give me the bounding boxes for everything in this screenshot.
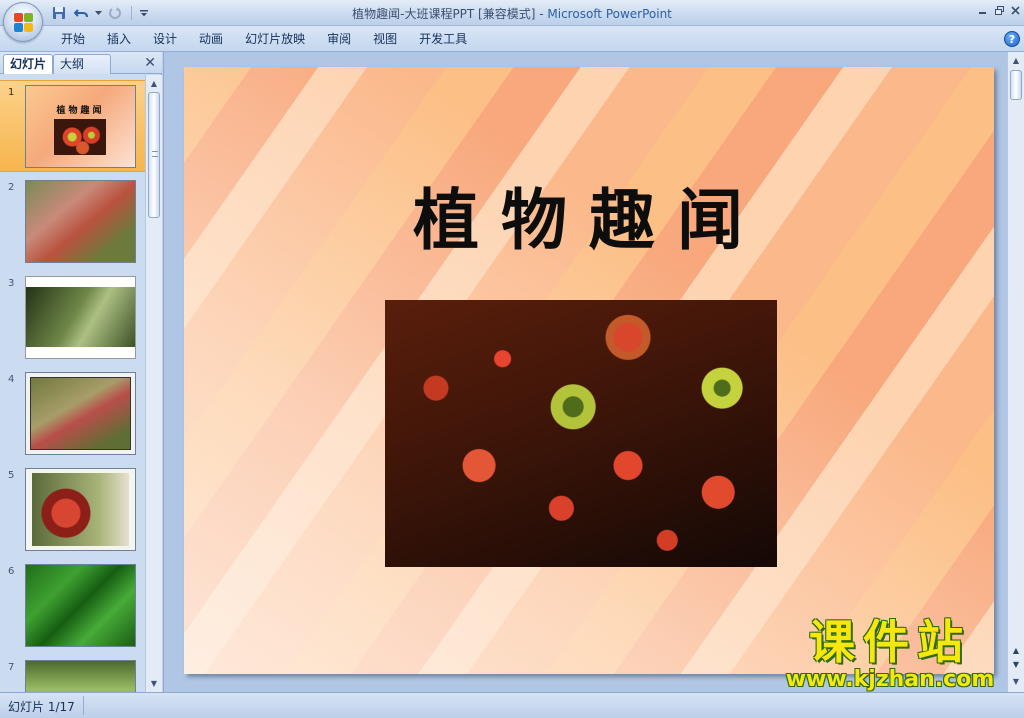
thumbnail-list: 1 植物趣闻 2 3 4 5 6 7 — [0, 75, 145, 692]
tab-outline[interactable]: 大纲 — [53, 54, 111, 74]
slide-number: 7 — [8, 662, 15, 673]
thumbnail-image — [25, 276, 136, 359]
current-slide[interactable]: 植物趣闻 — [184, 67, 994, 674]
thumbnail-image — [25, 564, 136, 647]
thumbnail-scrollbar[interactable]: ▲ ▼ — [145, 75, 162, 692]
panel-tab-bar: 幻灯片 大纲 ✕ — [0, 52, 162, 74]
slide-number: 4 — [8, 374, 15, 385]
panel-close-icon[interactable]: ✕ — [144, 55, 156, 71]
status-divider — [83, 696, 84, 715]
previous-slide-icon[interactable]: ▲ — [1009, 644, 1023, 656]
next-slide-icon[interactable]: ▼ — [1009, 658, 1023, 670]
tab-slide-show[interactable]: 幻灯片放映 — [234, 26, 316, 52]
slide-thumbnail-5[interactable]: 5 — [0, 464, 145, 556]
app-name: Microsoft PowerPoint — [547, 7, 672, 21]
title-bar: 植物趣闻-大班课程PPT [兼容模式] - Microsoft PowerPoi… — [0, 0, 1024, 26]
scrollbar-thumb[interactable] — [148, 92, 160, 218]
slide-number: 2 — [8, 182, 15, 193]
slide-thumbnail-7[interactable]: 7 — [0, 656, 145, 692]
tab-view[interactable]: 视图 — [362, 26, 408, 52]
tab-design[interactable]: 设计 — [142, 26, 188, 52]
thumbnail-photo — [54, 119, 106, 155]
document-title: 植物趣闻-大班课程PPT [兼容模式] — [352, 7, 536, 21]
slide-thumbnail-1[interactable]: 1 植物趣闻 — [0, 80, 145, 172]
tab-review[interactable]: 审阅 — [316, 26, 362, 52]
window-title: 植物趣闻-大班课程PPT [兼容模式] - Microsoft PowerPoi… — [0, 5, 1024, 22]
tab-home[interactable]: 开始 — [50, 26, 96, 52]
slide-number: 5 — [8, 470, 15, 481]
office-button[interactable] — [3, 2, 43, 42]
slide-editor: 植物趣闻 — [163, 52, 1007, 692]
slide-thumbnail-3[interactable]: 3 — [0, 272, 145, 364]
watermark-logo: 课件站 www.kjzhan.com — [770, 616, 1010, 694]
office-logo-icon — [14, 13, 34, 33]
slide-number: 6 — [8, 566, 15, 577]
close-icon[interactable] — [1008, 3, 1022, 17]
editor-scrollbar[interactable]: ▲ ▲ ▼ ▼ — [1007, 52, 1024, 692]
scroll-up-icon[interactable]: ▲ — [147, 76, 161, 90]
tab-developer[interactable]: 开发工具 — [408, 26, 478, 52]
thumbnail-image — [25, 180, 136, 263]
slide-thumbnail-4[interactable]: 4 — [0, 368, 145, 460]
thumbnail-image — [25, 372, 136, 455]
slide-thumbnail-2[interactable]: 2 — [0, 176, 145, 268]
slide-thumbnail-6[interactable]: 6 — [0, 560, 145, 652]
watermark-text: 课件站 — [809, 615, 971, 669]
scrollbar-thumb[interactable] — [1010, 70, 1022, 100]
tab-animations[interactable]: 动画 — [188, 26, 234, 52]
watermark-url: www.kjzhan.com — [785, 667, 995, 692]
status-bar: 幻灯片 1/17 — [0, 692, 1024, 718]
slides-panel: 幻灯片 大纲 ✕ 1 植物趣闻 2 3 4 5 6 7 ▲ ▼ — [0, 52, 162, 692]
grip-icon — [152, 151, 158, 157]
slide-title[interactable]: 植物趣闻 — [184, 167, 994, 263]
thumbnail-image — [25, 660, 136, 692]
slide-number: 3 — [8, 278, 15, 289]
slide-counter: 幻灯片 1/17 — [8, 700, 75, 714]
minimize-icon[interactable] — [975, 3, 989, 17]
scroll-up-icon[interactable]: ▲ — [1009, 53, 1023, 67]
slide-photo-sundew[interactable] — [385, 300, 777, 567]
ribbon-tab-bar: 开始 插入 设计 动画 幻灯片放映 审阅 视图 开发工具 — [0, 26, 1024, 52]
thumbnail-image: 植物趣闻 — [25, 85, 136, 168]
title-separator: - — [535, 7, 548, 21]
help-icon[interactable]: ? — [1004, 31, 1020, 47]
thumbnail-image — [25, 468, 136, 551]
scroll-down-icon[interactable]: ▼ — [147, 676, 161, 690]
restore-icon[interactable] — [992, 3, 1006, 17]
tab-slides[interactable]: 幻灯片 — [3, 54, 54, 74]
tab-insert[interactable]: 插入 — [96, 26, 142, 52]
thumbnail-title: 植物趣闻 — [56, 106, 105, 116]
scroll-down-icon[interactable]: ▼ — [1009, 674, 1023, 688]
slide-number: 1 — [8, 87, 15, 98]
